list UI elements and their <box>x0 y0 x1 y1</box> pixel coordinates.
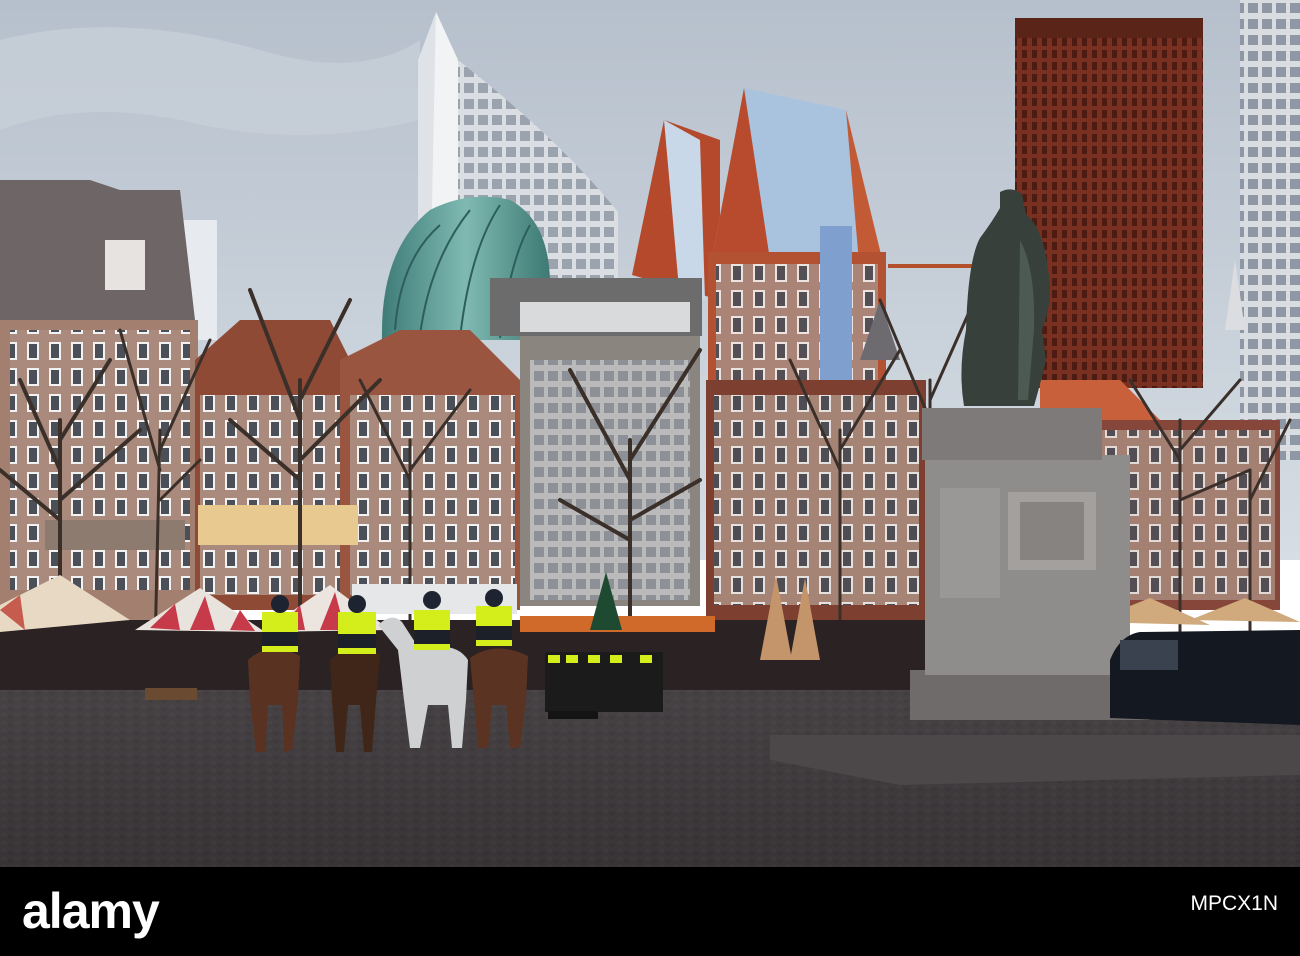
brick-row-houses <box>195 320 520 610</box>
police-officers-group <box>545 652 663 719</box>
red-brick-tower <box>1015 18 1203 388</box>
stock-photo-frame: alamy MPCX1N <box>0 0 1300 956</box>
police-van <box>1110 630 1300 725</box>
photograph-the-hague-plein-square <box>0 0 1300 867</box>
grey-skyscraper <box>1240 0 1300 460</box>
stock-image-id: MPCX1N <box>1190 892 1278 915</box>
wooden-bench <box>145 688 197 700</box>
brand-logo: alamy <box>22 883 160 939</box>
watermark-banner: alamy MPCX1N <box>0 867 1300 956</box>
grey-office-block <box>490 278 702 606</box>
